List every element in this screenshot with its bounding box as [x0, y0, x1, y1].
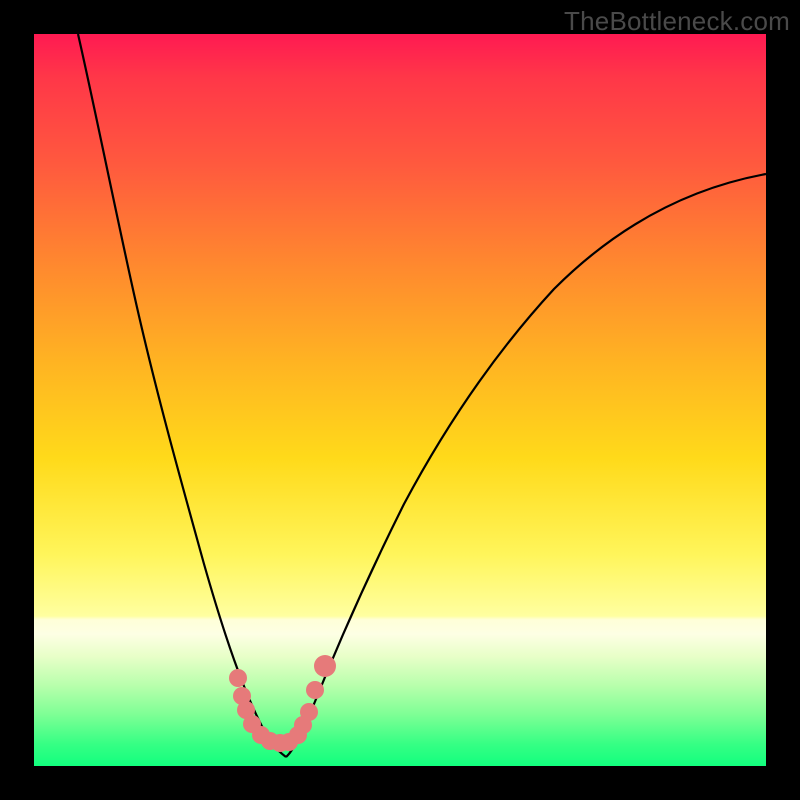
right-curve — [286, 174, 766, 757]
marker-cluster — [229, 655, 336, 752]
chart-frame: TheBottleneck.com — [0, 0, 800, 800]
curves-layer — [34, 34, 766, 766]
left-curve — [78, 34, 286, 757]
attribution-label: TheBottleneck.com — [564, 6, 790, 37]
